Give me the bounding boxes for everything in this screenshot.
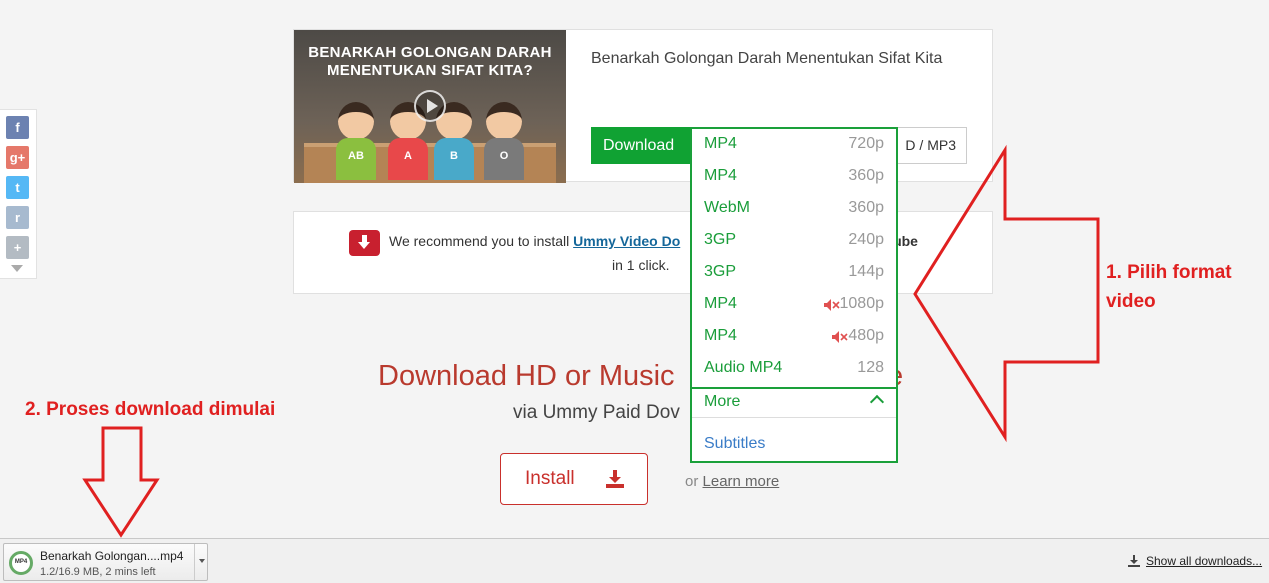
download-status: 1.2/16.9 MB, 2 mins left [40, 566, 156, 578]
chevron-down-icon[interactable] [194, 544, 208, 580]
mp4-file-icon [9, 551, 33, 575]
show-all-downloads-link[interactable]: Show all downloads... [1146, 554, 1262, 568]
annotation-step2: 2. Proses download dimulai [25, 399, 276, 420]
annotation-step1: 1. Pilih format video [1106, 258, 1232, 316]
download-item[interactable]: Benarkah Golongan....mp4 1.2/16.9 MB, 2 … [3, 543, 208, 581]
left-arrow-annotation [913, 144, 1100, 443]
download-file-name: Benarkah Golongan....mp4 [40, 549, 184, 563]
annotation-step1-line2: video [1106, 291, 1156, 312]
down-arrow-annotation [82, 426, 160, 538]
download-icon [1128, 555, 1140, 567]
show-all-downloads[interactable]: Show all downloads... [1128, 554, 1262, 568]
download-shelf: Benarkah Golongan....mp4 1.2/16.9 MB, 2 … [0, 538, 1269, 583]
annotation-step1-line1: 1. Pilih format [1106, 262, 1232, 283]
annotation-arrows [82, 144, 1100, 538]
